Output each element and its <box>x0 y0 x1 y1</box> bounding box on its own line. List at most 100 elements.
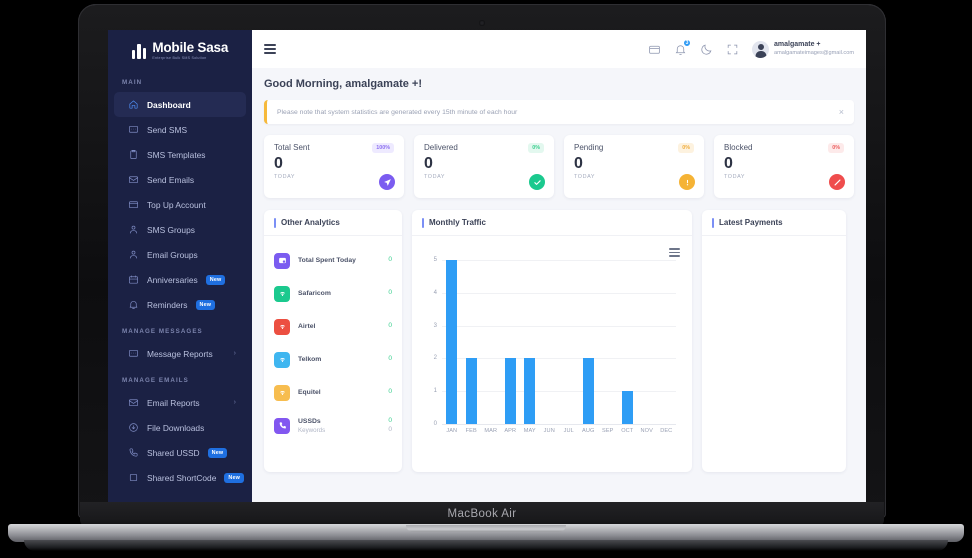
phone-icon <box>128 447 139 458</box>
sidebar-item-shared-ussd[interactable]: Shared USSD New <box>114 440 246 465</box>
chart-bar[interactable] <box>621 391 633 424</box>
chat-icon <box>128 124 139 135</box>
chart-gridline: 0 <box>434 421 676 427</box>
stat-card-delivered: Delivered 0% 0 TODAY <box>414 135 554 198</box>
chart-bar[interactable] <box>524 358 536 424</box>
close-icon[interactable]: × <box>839 107 844 117</box>
panel-header: Latest Payments <box>702 210 846 236</box>
chart-x-tick-label: JAN <box>446 428 458 434</box>
stat-card-total-sent: Total Sent 100% 0 TODAY <box>264 135 404 198</box>
sidebar-item-top-up-account[interactable]: Top Up Account <box>114 192 246 217</box>
sidebar-item-label: SMS Groups <box>147 224 195 235</box>
stat-card-title: Pending <box>574 143 604 152</box>
bell-icon[interactable]: 3 <box>674 38 692 56</box>
stat-card-subtitle: TODAY <box>724 173 746 180</box>
stat-cards: Total Sent 100% 0 TODAY Delivered 0% 0 TODAY Pen… <box>264 135 854 198</box>
sidebar-item-shared-shortcode[interactable]: Shared ShortCode New <box>114 465 246 490</box>
accent-bar-icon <box>712 217 714 228</box>
sidebar-section-label: MANAGE MESSAGES <box>122 328 203 335</box>
sidebar-item-label: Anniversaries <box>147 274 198 285</box>
sidebar-item-label: SMS Templates <box>147 149 206 160</box>
chart-x-tick-label: JUN <box>543 428 555 434</box>
analytics-row-label: Telkom <box>298 355 322 363</box>
stat-card-value: 0 <box>724 155 733 172</box>
stat-card-value: 0 <box>574 155 583 172</box>
stat-card-subtitle: TODAY <box>574 173 596 180</box>
chart-plot-area: 0 1 2 3 4 5 <box>434 257 676 427</box>
calendar-icon <box>128 274 139 285</box>
sidebar-item-label: Message Reports <box>147 348 213 359</box>
stat-card-percent: 0% <box>528 143 544 153</box>
page-title: Good Morning, amalgamate +! <box>264 78 422 90</box>
screenshot-stage: Mobile Sasa Enterprise Bulk SMS Solution… <box>0 0 972 558</box>
sidebar-item-anniversaries[interactable]: Anniversaries New <box>114 267 246 292</box>
analytics-row: USSDs Keywords 0 0 <box>274 409 392 442</box>
sidebar-item-email-reports[interactable]: Email Reports › <box>114 390 246 415</box>
sidebar-item-send-sms[interactable]: Send SMS <box>114 117 246 142</box>
stat-card-title: Delivered <box>424 143 458 152</box>
sidebar-item-send-emails[interactable]: Send Emails <box>114 167 246 192</box>
analytics-row: Telkom 0 <box>274 343 392 376</box>
envelope-icon <box>128 397 139 408</box>
hamburger-icon[interactable] <box>264 44 276 54</box>
sidebar-item-label: Email Reports <box>147 397 200 408</box>
users-icon <box>128 224 139 235</box>
exclamation-icon <box>679 174 695 190</box>
analytics-row-label: USSDs <box>298 418 321 426</box>
topbar-actions: 3 amalgamate + amalgamateimages@gmail.co… <box>648 38 854 58</box>
chart-bar[interactable] <box>446 260 458 424</box>
chart-x-tick-label: JUL <box>563 428 574 434</box>
fullscreen-icon[interactable] <box>726 43 739 56</box>
sidebar-item-label: Shared USSD <box>147 447 200 458</box>
panel-header: Monthly Traffic <box>412 210 692 236</box>
new-badge: New <box>205 274 226 285</box>
analytics-row-value: 0 <box>388 416 392 424</box>
stat-card-title: Blocked <box>724 143 753 152</box>
stat-card-value: 0 <box>274 155 283 172</box>
chart-y-tick-label: 1 <box>433 388 437 395</box>
sidebar-item-sms-groups[interactable]: SMS Groups <box>114 217 246 242</box>
brand-logo[interactable]: Mobile Sasa Enterprise Bulk SMS Solution <box>108 30 252 68</box>
analytics-row: Safaricom 0 <box>274 277 392 310</box>
chart-menu-icon[interactable] <box>669 248 680 257</box>
sidebar-item-reminders[interactable]: Reminders New <box>114 292 246 317</box>
moon-icon[interactable] <box>700 43 713 56</box>
sidebar-item-message-reports[interactable]: Message Reports › <box>114 341 246 366</box>
device-label: MacBook Air <box>447 508 517 520</box>
chart-bars <box>442 260 676 424</box>
sidebar-item-label: File Downloads <box>147 422 205 433</box>
chart-bar-slot <box>481 260 501 424</box>
chart-bar[interactable] <box>582 358 594 424</box>
stat-card-pending: Pending 0% 0 TODAY <box>564 135 704 198</box>
brand-name: Mobile Sasa <box>152 40 229 56</box>
user-menu[interactable]: amalgamate + amalgamateimages@gmail.com <box>752 40 854 58</box>
chart-bar-slot <box>657 260 677 424</box>
latest-payments-title: Latest Payments <box>719 218 783 227</box>
system-notice-banner: Please note that system statistics are g… <box>264 100 854 124</box>
chart-x-tick-label: SEP <box>602 428 614 434</box>
chart-bar-slot <box>559 260 579 424</box>
chart-bar[interactable] <box>465 358 477 424</box>
chat-icon <box>128 348 139 359</box>
sidebar-item-email-groups[interactable]: Email Groups <box>114 242 246 267</box>
sidebar-item-file-downloads[interactable]: File Downloads <box>114 415 246 440</box>
wallet-icon <box>128 199 139 210</box>
chart-x-tick-label: FEB <box>465 428 477 434</box>
chart-bar-slot <box>579 260 599 424</box>
stat-card-subtitle: TODAY <box>274 173 296 180</box>
chart-y-tick-label: 5 <box>433 257 437 263</box>
sidebar-item-dashboard[interactable]: Dashboard <box>114 92 246 117</box>
monthly-traffic-title: Monthly Traffic <box>429 218 486 227</box>
chart-y-tick-label: 3 <box>433 322 437 329</box>
signal-icon <box>274 351 290 368</box>
envelope-icon <box>128 174 139 185</box>
stat-card-title: Total Sent <box>274 143 310 152</box>
chart-bar[interactable] <box>504 358 516 424</box>
send-icon <box>379 174 395 190</box>
monthly-traffic-panel: Monthly Traffic 0 1 2 3 4 5 JAN FEB MAR APR MAY JU… <box>412 210 692 472</box>
sidebar-item-label: Send Emails <box>147 174 195 185</box>
analytics-row-value: 0 <box>388 256 392 264</box>
wallet-icon[interactable] <box>648 43 661 56</box>
chart-y-tick-label: 0 <box>433 421 437 427</box>
sidebar-item-sms-templates[interactable]: SMS Templates <box>114 142 246 167</box>
